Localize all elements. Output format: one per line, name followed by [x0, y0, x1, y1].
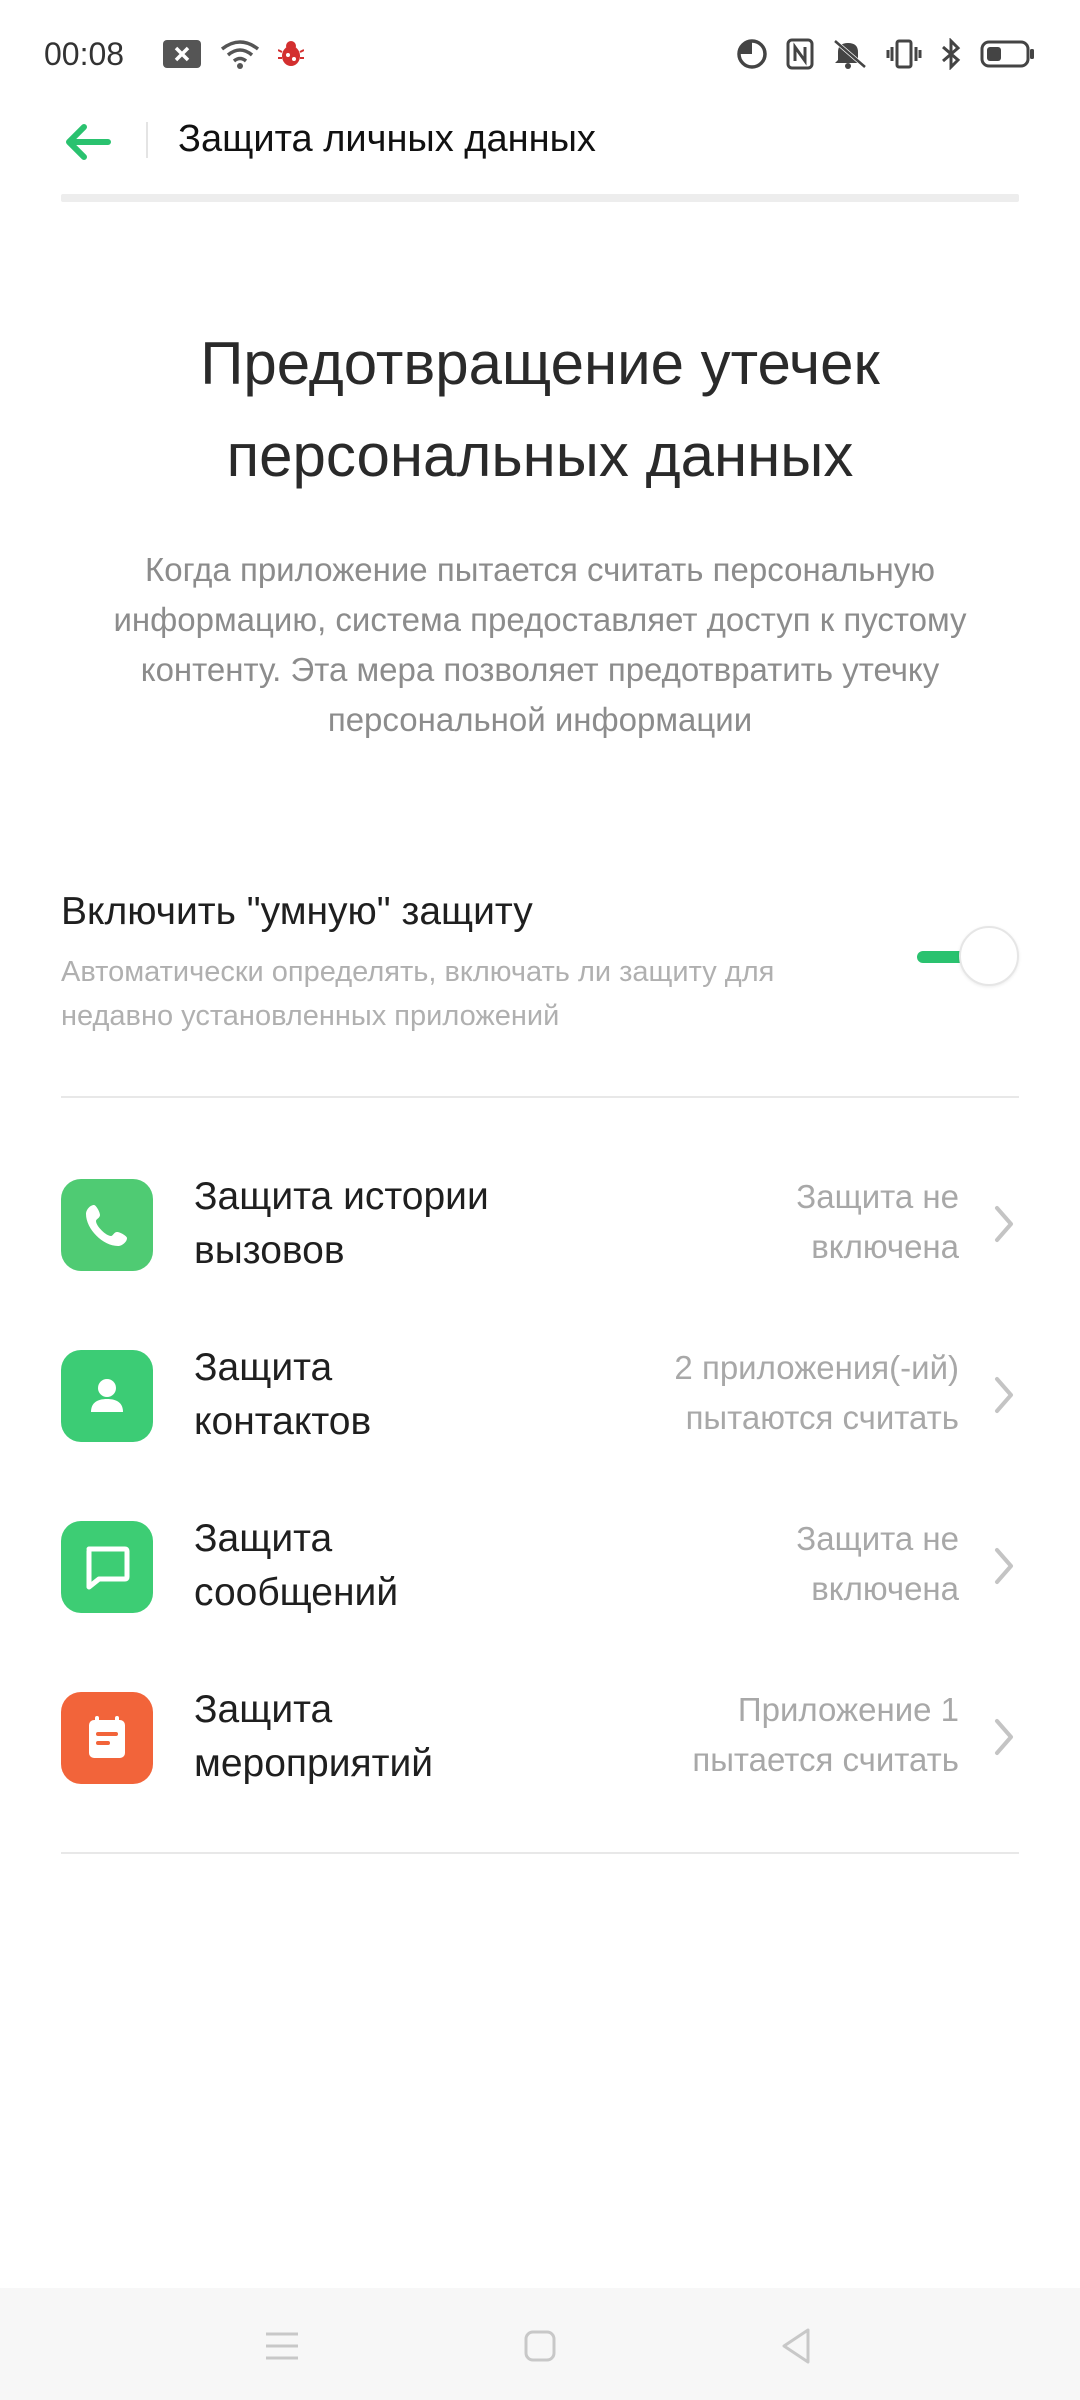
item-title: Защита истории вызовов [194, 1175, 489, 1272]
contact-icon [61, 1350, 153, 1442]
back-icon[interactable] [766, 2316, 826, 2376]
chevron-right-icon [989, 1542, 1019, 1590]
header-divider [146, 122, 148, 158]
list-item-contacts[interactable]: Защита контактов 2 приложения(-ий) пытаю… [61, 1313, 1019, 1463]
app-header: Защита личных данных [0, 100, 1080, 184]
hero-title: Предотвращение утечек персональных данны… [200, 330, 880, 489]
phone-icon [61, 1179, 153, 1271]
bluetooth-icon [940, 38, 962, 70]
calendar-icon [61, 1692, 153, 1784]
list-item-events[interactable]: Защита мероприятий Приложение 1 пытается… [61, 1655, 1019, 1805]
item-status: Приложение 1 пытается считать [692, 1691, 959, 1778]
vibrate-icon [886, 38, 922, 70]
nfc-icon [786, 38, 814, 70]
navigation-bar [0, 2288, 1080, 2400]
home-icon[interactable] [510, 2316, 570, 2376]
mute-icon [832, 38, 868, 70]
message-icon [61, 1521, 153, 1613]
status-bar: 00:08 [0, 0, 1080, 108]
item-status: Защита не включена [796, 1178, 959, 1265]
divider [61, 1096, 1019, 1098]
page-title: Защита личных данных [178, 118, 596, 160]
toggle-knob [959, 926, 1019, 986]
dnd-icon [736, 38, 768, 70]
smart-protection-toggle[interactable] [915, 926, 1019, 988]
chevron-right-icon [989, 1713, 1019, 1761]
smart-protection-row[interactable]: Включить "умную" защиту Автоматически оп… [61, 880, 1019, 1050]
status-time: 00:08 [44, 35, 125, 72]
back-button[interactable] [58, 116, 118, 168]
arrow-left-icon [66, 124, 111, 160]
bug-icon [278, 40, 305, 68]
menu-icon[interactable] [252, 2316, 312, 2376]
item-status: Защита не включена [796, 1520, 959, 1607]
smart-protection-title: Включить "умную" защиту [61, 890, 533, 933]
chevron-right-icon [989, 1200, 1019, 1248]
item-title: Защита контактов [194, 1346, 372, 1443]
battery-icon [980, 39, 1036, 69]
item-status: 2 приложения(-ий) пытаются считать [674, 1349, 959, 1436]
hero-description: Когда приложение пытается считать персон… [113, 551, 967, 738]
smart-protection-subtitle: Автоматически определять, включать ли за… [61, 956, 775, 1032]
wifi-icon [220, 38, 260, 70]
chevron-right-icon [989, 1371, 1019, 1419]
item-title: Защита сообщений [194, 1517, 399, 1614]
list-item-messages[interactable]: Защита сообщений Защита не включена [61, 1484, 1019, 1634]
list-item-call-history[interactable]: Защита истории вызовов Защита не включен… [61, 1142, 1019, 1292]
close-notification-icon [162, 39, 202, 69]
item-title: Защита мероприятий [194, 1688, 434, 1785]
screen: 00:08 Защита личных данных Предотвращени… [0, 0, 1080, 2400]
header-rule [61, 194, 1019, 202]
divider [61, 1852, 1019, 1854]
